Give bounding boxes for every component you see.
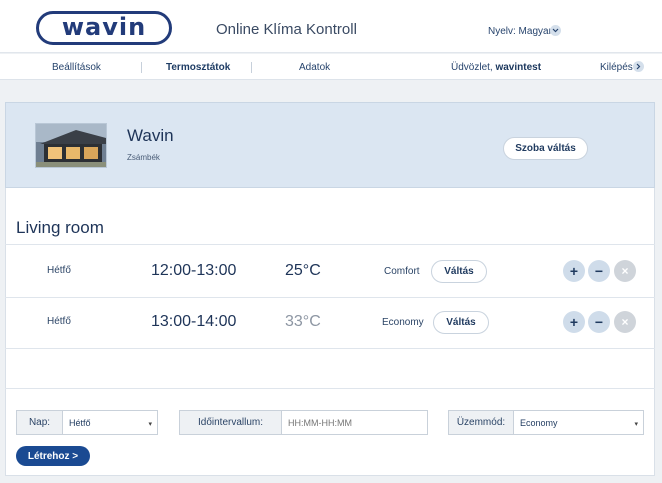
schedule-mode: Comfort [384,266,420,277]
nav-divider [251,62,252,73]
row-divider [5,297,655,298]
wavin-logo[interactable]: wavin [36,11,172,45]
section-title: Living room [16,218,104,237]
minus-icon[interactable]: − [588,260,610,282]
main-nav: Beállítások Termosztátok Adatok Üdvözlet… [0,54,662,80]
interval-label: Időintervallum: [179,410,282,435]
dropdown-arrow-icon: ▾ [148,421,152,428]
mode-select[interactable]: Economy ▾ [514,410,644,435]
username: wavintest [495,62,542,73]
language-selector-label[interactable]: Nyelv: Magyar [488,26,552,37]
logout-link[interactable]: Kilépés [600,62,633,73]
schedule-time: 12:00-13:00 [151,262,237,279]
mode-select-value: Economy [520,417,558,428]
row-divider [5,348,655,349]
room-location: Zsámbék [127,153,160,162]
app-title: Online Klíma Kontroll [216,21,357,38]
day-select-value: Hétfő [69,417,91,428]
nav-data[interactable]: Adatok [299,62,330,73]
schedule-mode: Economy [382,317,424,328]
logo-text: wavin [61,13,147,41]
mode-label: Üzemmód: [448,410,514,435]
greeting-text: Üdvözlet, [451,62,496,73]
row-divider [5,244,655,245]
create-button[interactable]: Létrehoz > [16,446,90,466]
close-icon[interactable]: × [614,260,636,282]
row-divider [5,388,655,389]
chevron-down-icon[interactable] [550,25,561,36]
nav-divider [141,62,142,73]
schedule-temperature: 33°C [285,313,321,330]
top-header: wavin Online Klíma Kontroll Nyelv: Magya… [0,0,662,53]
schedule-time: 13:00-14:00 [151,313,237,330]
chevron-right-icon[interactable] [633,61,644,72]
day-label: Nap: [16,410,63,435]
switch-room-button[interactable]: Szoba váltás [503,137,588,160]
day-select[interactable]: Hétfő ▾ [63,410,158,435]
dropdown-arrow-icon: ▾ [634,421,638,428]
minus-icon[interactable]: − [588,311,610,333]
nav-settings[interactable]: Beállítások [52,62,101,73]
plus-icon[interactable]: + [563,260,585,282]
schedule-day: Hétfő [47,265,71,276]
close-icon[interactable]: × [614,311,636,333]
nav-thermostats[interactable]: Termosztátok [166,62,230,73]
room-name: Wavin [127,126,174,145]
schedule-temperature: 25°C [285,262,321,279]
user-greeting: Üdvözlet, wavintest [451,62,541,73]
schedule-day: Hétfő [47,316,71,327]
interval-input[interactable] [282,410,428,435]
plus-icon[interactable]: + [563,311,585,333]
mode-switch-button[interactable]: Váltás [431,260,487,283]
mode-switch-button[interactable]: Váltás [433,311,489,334]
room-photo [35,123,107,168]
